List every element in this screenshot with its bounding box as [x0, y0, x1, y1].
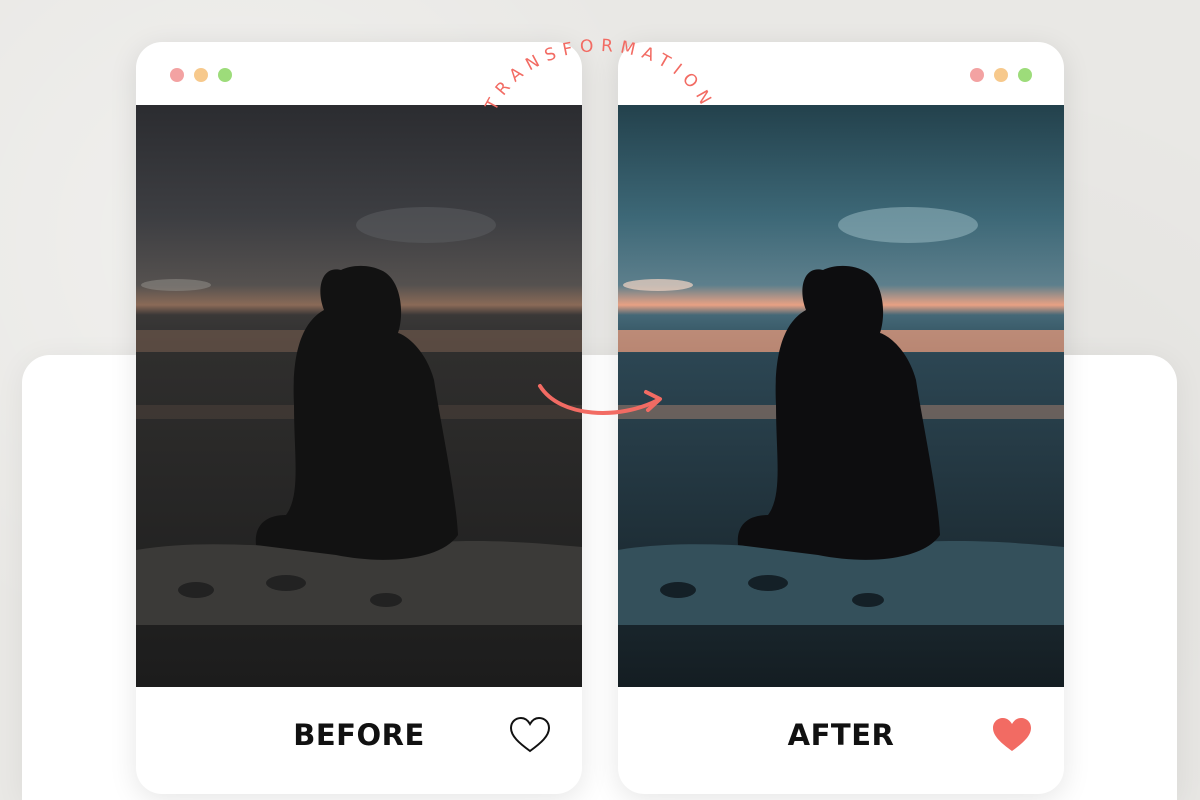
- red-dot-icon: [170, 68, 184, 82]
- window-controls: [970, 68, 1032, 82]
- yellow-dot-icon: [994, 68, 1008, 82]
- green-dot-icon: [218, 68, 232, 82]
- after-photo: [618, 105, 1064, 687]
- heart-filled-icon[interactable]: [991, 716, 1033, 754]
- svg-text:TRANSFORMATION: TRANSFORMATION: [481, 36, 718, 115]
- curved-arrow-icon: [538, 384, 662, 415]
- before-photo: [136, 105, 582, 687]
- after-card: AFTER: [618, 42, 1064, 794]
- heart-outline-icon[interactable]: [509, 716, 551, 754]
- red-dot-icon: [970, 68, 984, 82]
- green-dot-icon: [1018, 68, 1032, 82]
- yellow-dot-icon: [194, 68, 208, 82]
- before-card: BEFORE: [136, 42, 582, 794]
- transformation-arc-label: TRANSFORMATION: [481, 36, 718, 115]
- transformation-text: TRANSFORMATION: [481, 36, 711, 115]
- window-controls: [170, 68, 232, 82]
